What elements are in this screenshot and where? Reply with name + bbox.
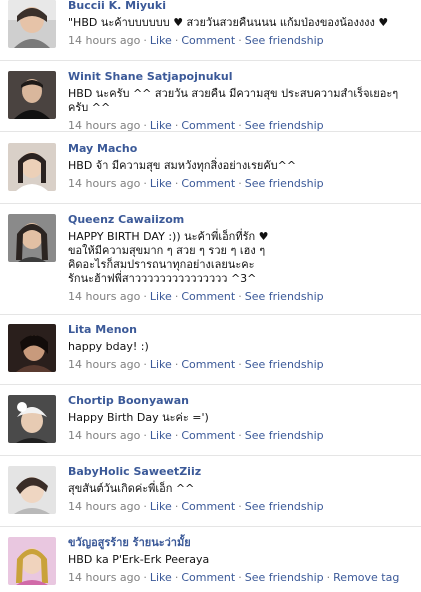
divider [0, 384, 421, 385]
profile-photo-icon [8, 143, 56, 191]
see-friendship-link[interactable]: See friendship [245, 429, 324, 442]
comment-link[interactable]: Comment [181, 290, 235, 303]
commenter-name[interactable]: May Macho [68, 142, 413, 156]
comment-link[interactable]: Comment [181, 34, 235, 47]
comment-timestamp: 14 hours ago [68, 571, 141, 584]
comment-timestamp: 14 hours ago [68, 358, 141, 371]
profile-photo-icon [8, 0, 56, 48]
commenter-name[interactable]: Winit Shane Satjapojnukul [68, 70, 413, 84]
like-link[interactable]: Like [150, 290, 172, 303]
avatar[interactable] [8, 0, 56, 48]
comment-timestamp: 14 hours ago [68, 429, 141, 442]
comment-message: HAPPY BIRTH DAY :)) นะค้าพี่เอ็กที่รัก ♥… [68, 230, 269, 285]
see-friendship-link[interactable]: See friendship [245, 290, 324, 303]
commenter-name[interactable]: ขวัญอสูรร้าย ร้ายนะว่ามั้ย [68, 536, 413, 550]
comment-link[interactable]: Comment [181, 358, 235, 371]
comment-timestamp: 14 hours ago [68, 500, 141, 513]
comment-link[interactable]: Comment [181, 500, 235, 513]
divider [0, 60, 421, 61]
comment-timestamp: 14 hours ago [68, 177, 141, 190]
profile-photo-icon [8, 71, 56, 119]
comment-message: HBD ka P'Erk-Erk Peeraya [68, 553, 210, 566]
profile-photo-icon [8, 395, 56, 443]
profile-photo-icon [8, 324, 56, 372]
see-friendship-link[interactable]: See friendship [245, 177, 324, 190]
divider [0, 314, 421, 315]
divider [0, 455, 421, 456]
like-link[interactable]: Like [150, 429, 172, 442]
like-link[interactable]: Like [150, 177, 172, 190]
comment-message: Happy Birth Day นะค่ะ =') [68, 411, 209, 424]
avatar[interactable] [8, 214, 56, 262]
comment-meta: 14 hours ago · Like · Comment · See friendship [68, 290, 324, 303]
comment-message: สุขสันต์วันเกิดค่ะพี่เอ็ก ^^ [68, 482, 195, 495]
comment-meta: 14 hours ago · Like · Comment · See friendship [68, 177, 324, 190]
see-friendship-link[interactable]: See friendship [245, 571, 324, 584]
comment-link[interactable]: Comment [181, 571, 235, 584]
divider [0, 526, 421, 527]
like-link[interactable]: Like [150, 34, 172, 47]
wall-comment-feed: Buccii K. Miyuki "HBD นะค้าบบบบบบ ♥ สวยว… [0, 0, 421, 592]
comment-meta: 14 hours ago · Like · Comment · See friendship [68, 34, 324, 47]
profile-photo-icon [8, 466, 56, 514]
commenter-name[interactable]: Buccii K. Miyuki [68, 0, 413, 13]
comment-meta: 14 hours ago · Like · Comment · See friendship… [68, 571, 400, 584]
profile-photo-icon [8, 537, 56, 585]
comment-message: HBD จ้า มีความสุข สมหวังทุกสิ่งอย่างเรยค… [68, 159, 297, 172]
comment-meta: 14 hours ago · Like · Comment · See friendship [68, 358, 324, 371]
avatar[interactable] [8, 71, 56, 119]
commenter-name[interactable]: Queenz Cawaiizom [68, 213, 413, 227]
like-link[interactable]: Like [150, 358, 172, 371]
divider [0, 131, 421, 132]
comment-link[interactable]: Comment [181, 429, 235, 442]
avatar[interactable] [8, 466, 56, 514]
like-link[interactable]: Like [150, 500, 172, 513]
comment-message: "HBD นะค้าบบบบบบ ♥ สวยวันสวยคืนนนน แก้มป… [68, 16, 389, 29]
profile-photo-icon [8, 214, 56, 262]
commenter-name[interactable]: BabyHolic SaweetZiiz [68, 465, 413, 479]
like-link[interactable]: Like [150, 571, 172, 584]
avatar[interactable] [8, 395, 56, 443]
comment-meta: 14 hours ago · Like · Comment · See friendship [68, 500, 324, 513]
comment-timestamp: 14 hours ago [68, 290, 141, 303]
divider [0, 203, 421, 204]
see-friendship-link[interactable]: See friendship [245, 358, 324, 371]
remove-tag-link[interactable]: Remove tag [333, 571, 399, 584]
comment-message: happy bday! :) [68, 340, 149, 353]
see-friendship-link[interactable]: See friendship [245, 500, 324, 513]
commenter-name[interactable]: Lita Menon [68, 323, 413, 337]
avatar[interactable] [8, 143, 56, 191]
comment-timestamp: 14 hours ago [68, 34, 141, 47]
comment-link[interactable]: Comment [181, 177, 235, 190]
avatar[interactable] [8, 537, 56, 585]
comment-meta: 14 hours ago · Like · Comment · See friendship [68, 429, 324, 442]
commenter-name[interactable]: Chortip Boonyawan [68, 394, 413, 408]
avatar[interactable] [8, 324, 56, 372]
comment-message: HBD นะครับ ^^ สวยวัน สวยคืน มีความสุข ปร… [68, 87, 399, 114]
see-friendship-link[interactable]: See friendship [245, 34, 324, 47]
